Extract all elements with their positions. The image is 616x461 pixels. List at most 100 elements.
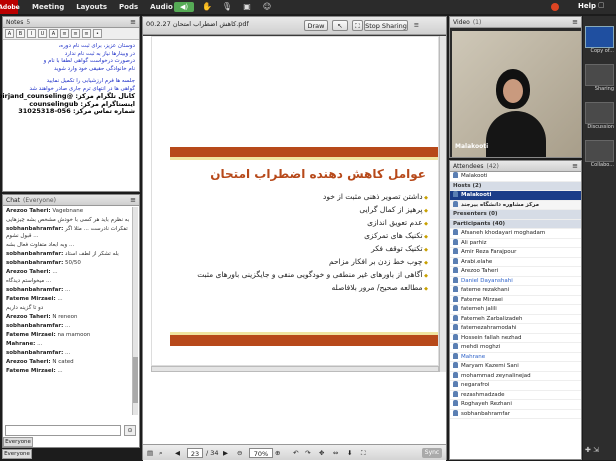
- zoom-in-icon[interactable]: ⊕: [275, 448, 280, 458]
- webcam-feed: Malakooti: [452, 31, 581, 157]
- person-face: [503, 79, 523, 103]
- camera-icon[interactable]: ▣: [240, 2, 254, 12]
- zoom-out-icon[interactable]: ⊖: [237, 448, 242, 458]
- adobe-logo: Adobe: [0, 0, 20, 14]
- align-left-icon[interactable]: ≡: [60, 29, 69, 38]
- pod-menu-icon[interactable]: ≡: [411, 20, 422, 31]
- layout-sharing[interactable]: Sharing: [585, 64, 614, 94]
- attendee-row[interactable]: Maryam Kazemi Sani: [450, 362, 581, 372]
- attendee-row[interactable]: Afsaneh khodayari moghadam: [450, 229, 581, 239]
- note-line: جلسه ها فرم ارزشیابی را تکمیل نمایید: [46, 78, 135, 84]
- list-icon[interactable]: •: [93, 29, 102, 38]
- menu-pods[interactable]: Pods: [119, 3, 138, 11]
- horizontal-scrollbar[interactable]: [151, 366, 439, 372]
- document-viewer: عوامل کاهش دهنده اضطراب امتحان داشتن تصو…: [143, 36, 446, 461]
- layout-label: Sharing: [594, 86, 614, 92]
- fit-width-icon[interactable]: ⇔: [333, 448, 338, 458]
- attendee-row[interactable]: Amir Reza Farajpour: [450, 248, 581, 258]
- status-footer: Everyone: [2, 449, 32, 459]
- attendee-row[interactable]: Mahrane: [450, 352, 581, 362]
- scroll-thumb[interactable]: [133, 357, 138, 403]
- microphone-icon[interactable]: 🎙: [220, 2, 234, 12]
- notes-pod: Notes 5 ≡ A B I U A ≡ ≡ ≡ • دوستان عزیز،…: [0, 16, 140, 192]
- vertical-scrollbar[interactable]: [439, 36, 446, 372]
- layout-collaboration[interactable]: Collabo...: [585, 140, 614, 170]
- window-controls-icon[interactable]: ▢: [598, 1, 616, 9]
- attendee-row[interactable]: Roghayeh Rezhani: [450, 400, 581, 410]
- attendee-row[interactable]: Malakooti: [450, 172, 581, 182]
- next-page-icon[interactable]: ▶: [223, 448, 228, 458]
- zoom-select[interactable]: 70%: [249, 448, 273, 458]
- pod-menu-icon[interactable]: ≡: [130, 196, 136, 204]
- help-menu[interactable]: Help: [578, 2, 596, 10]
- page-number-input[interactable]: 23: [187, 448, 203, 458]
- pod-menu-icon[interactable]: ≡: [130, 18, 136, 26]
- layout-discussion[interactable]: Discussion: [585, 102, 614, 132]
- chat-scrollbar[interactable]: [132, 207, 138, 415]
- color-icon[interactable]: A: [49, 29, 58, 38]
- attendee-row[interactable]: Fateme Mirzaei: [450, 295, 581, 305]
- bold-icon[interactable]: B: [16, 29, 25, 38]
- speaker-icon[interactable]: ◀): [174, 2, 194, 12]
- download-icon[interactable]: ⬇: [347, 448, 352, 458]
- attendee-row[interactable]: Ali parhiz: [450, 238, 581, 248]
- hosts-group[interactable]: Hosts (2): [450, 181, 581, 191]
- thumbnails-icon[interactable]: ▤: [147, 448, 153, 458]
- chat-text: N cated: [52, 359, 74, 365]
- attendee-label: sobhanbahramfar: [461, 410, 510, 417]
- attendee-row[interactable]: fatemeh jalili: [450, 305, 581, 315]
- attendee-row[interactable]: sobhanbahramfar: [450, 409, 581, 419]
- menu-layouts[interactable]: Layouts: [76, 3, 107, 11]
- italic-icon[interactable]: I: [27, 29, 36, 38]
- attendee-row[interactable]: fateme rezakhani: [450, 286, 581, 296]
- attendee-row[interactable]: mehdi moghzi: [450, 343, 581, 353]
- layout-copy[interactable]: Copy of...: [585, 26, 614, 56]
- fullscreen-icon[interactable]: ⛶: [352, 20, 363, 31]
- record-indicator-icon[interactable]: [551, 3, 559, 11]
- slide-bullet: پرهیز از کمال گرایی: [208, 204, 428, 217]
- pod-menu-icon[interactable]: ≡: [572, 162, 578, 170]
- user-icon: [453, 400, 458, 406]
- attendee-row[interactable]: mohammad zeynalinejad: [450, 371, 581, 381]
- pod-menu-icon[interactable]: ≡: [572, 18, 578, 26]
- underline-icon[interactable]: U: [38, 29, 47, 38]
- chat-tab-everyone[interactable]: Everyone: [3, 437, 33, 447]
- attendee-label: Arezoo Taheri: [461, 268, 499, 274]
- attendee-row[interactable]: Malakooti: [450, 191, 581, 201]
- status-icon[interactable]: ☺: [260, 2, 274, 12]
- menu-audio[interactable]: Audio: [150, 3, 173, 11]
- draw-button[interactable]: Draw: [304, 20, 328, 31]
- attendee-row[interactable]: Daniel Dayanshahi: [450, 276, 581, 286]
- attendee-row[interactable]: Hossein fallah nezhad: [450, 333, 581, 343]
- fullscreen-icon[interactable]: ⛶: [361, 448, 366, 458]
- attendee-row[interactable]: rezashmadzade: [450, 390, 581, 400]
- redo-icon[interactable]: ↷: [305, 448, 310, 458]
- sync-button[interactable]: Sync: [422, 448, 442, 458]
- hand-tool-icon[interactable]: ✥: [319, 448, 324, 458]
- attendee-row[interactable]: Arabi.elahe: [450, 257, 581, 267]
- chat-message: Arezoo Taheri: N cated: [6, 359, 136, 366]
- notes-content[interactable]: دوستان عزیز، برای ثبت نام دوره، در وبینا…: [0, 40, 139, 119]
- align-center-icon[interactable]: ≡: [71, 29, 80, 38]
- attendee-row[interactable]: Fatemeh Zarbalizadeh: [450, 314, 581, 324]
- prev-page-icon[interactable]: ◀: [175, 448, 180, 458]
- undo-icon[interactable]: ↶: [293, 448, 298, 458]
- search-icon[interactable]: ⌕: [159, 448, 163, 458]
- attendee-row[interactable]: Arezoo Taheri: [450, 267, 581, 277]
- participants-group[interactable]: Participants (40): [450, 219, 581, 229]
- stop-sharing-button[interactable]: Stop Sharing: [364, 20, 408, 31]
- attendee-row[interactable]: fatemezahramodahi: [450, 324, 581, 334]
- chat-input[interactable]: [5, 425, 121, 436]
- align-right-icon[interactable]: ≡: [82, 29, 91, 38]
- attendee-row[interactable]: مرکز مشاوره دانشگاه بیرجند: [450, 200, 581, 210]
- menu-meeting[interactable]: Meeting: [32, 3, 64, 11]
- chat-text: Vagebnane: [52, 208, 84, 214]
- pointer-icon[interactable]: ↖: [332, 20, 348, 31]
- dock-add-icon[interactable]: ✚ ⇲: [585, 446, 599, 454]
- presenters-group[interactable]: Presenters (0): [450, 210, 581, 220]
- user-icon: [453, 352, 458, 359]
- send-icon[interactable]: ⊙: [124, 425, 136, 436]
- hand-icon[interactable]: ✋: [200, 2, 214, 12]
- font-size-icon[interactable]: A: [5, 29, 14, 38]
- attendee-row[interactable]: negarafroi: [450, 381, 581, 391]
